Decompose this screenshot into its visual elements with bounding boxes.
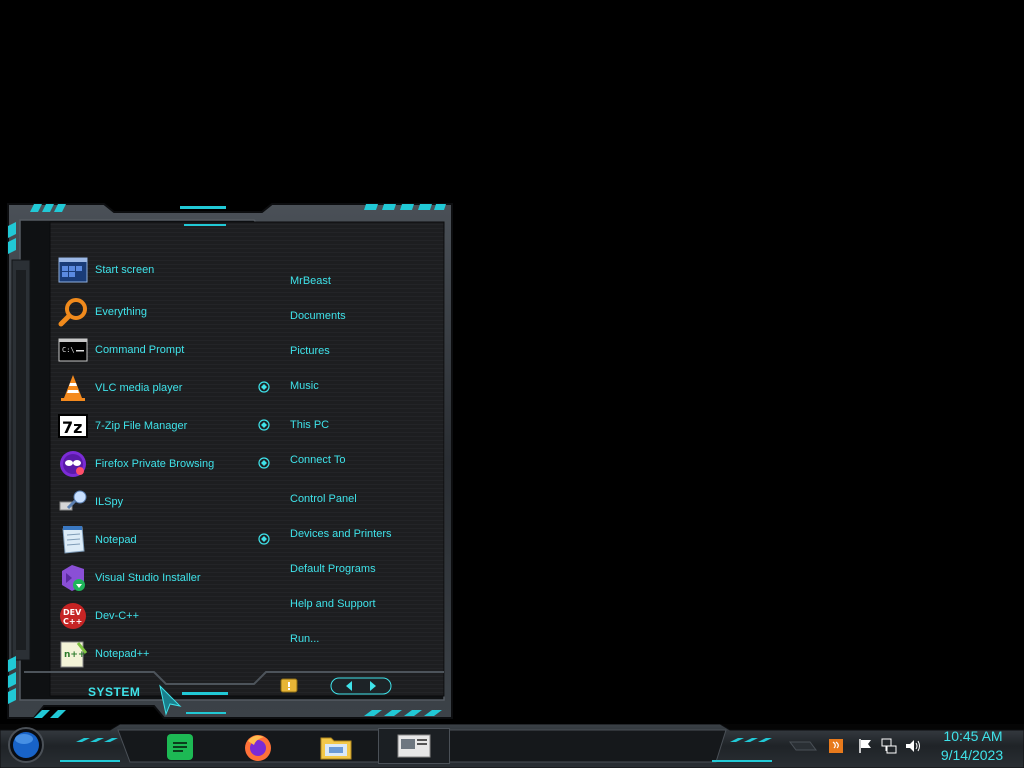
menu-item-label: Notepad++ xyxy=(95,648,150,660)
menu-item-start-screen[interactable]: Start screen xyxy=(58,254,258,286)
system-arrow-icon[interactable] xyxy=(156,684,184,716)
taskbar-sticky-notes[interactable] xyxy=(160,730,200,764)
ilspy-icon xyxy=(58,487,88,517)
place-connect-to[interactable]: Connect To xyxy=(290,453,345,467)
place-devices-printers[interactable]: Devices and Printers xyxy=(290,527,392,541)
menu-item-notepad[interactable]: Notepad xyxy=(58,524,258,556)
menu-item-vlc[interactable]: VLC media player xyxy=(58,372,258,404)
menu-item-7zip[interactable]: 7z 7-Zip File Manager xyxy=(58,410,258,442)
command-prompt-icon: C:\ xyxy=(58,335,88,365)
svg-text:DEV: DEV xyxy=(63,608,82,617)
svg-text:n++: n++ xyxy=(64,650,86,660)
place-help-support[interactable]: Help and Support xyxy=(290,597,376,611)
clock-time[interactable]: 10:45 AM xyxy=(938,728,1008,744)
svg-text:C++: C++ xyxy=(63,617,82,626)
visual-studio-installer-icon xyxy=(58,563,88,593)
start-screen-icon xyxy=(58,255,88,285)
start-orb-icon xyxy=(8,727,44,763)
start-button[interactable] xyxy=(6,727,46,763)
menu-item-label: Notepad xyxy=(95,534,137,546)
network-icon[interactable] xyxy=(881,738,897,754)
menu-item-label: VLC media player xyxy=(95,382,183,394)
firefox-private-icon xyxy=(58,449,88,479)
svg-text:C:\: C:\ xyxy=(62,346,75,354)
menu-item-label: 7-Zip File Manager xyxy=(95,420,188,432)
clock-date[interactable]: 9/14/2023 xyxy=(934,747,1010,763)
menu-item-command-prompt[interactable]: C:\ Command Prompt xyxy=(58,334,258,366)
jump-list-arrow-icon[interactable] xyxy=(258,381,270,393)
menu-item-vs-installer[interactable]: Visual Studio Installer xyxy=(58,562,258,594)
menu-item-firefox-private[interactable]: Firefox Private Browsing xyxy=(58,448,258,480)
menu-item-label: Everything xyxy=(95,306,147,318)
menu-item-label: Dev-C++ xyxy=(95,610,140,622)
jump-list-arrow-icon[interactable] xyxy=(258,419,270,431)
menu-nav-arrows[interactable] xyxy=(330,676,392,696)
place-default-programs[interactable]: Default Programs xyxy=(290,562,376,576)
menu-item-notepad-plus-plus[interactable]: n++ Notepad++ xyxy=(58,638,258,670)
place-run[interactable]: Run... xyxy=(290,632,319,646)
system-label: SYSTEM xyxy=(88,685,141,699)
place-user-folder[interactable]: MrBeast xyxy=(290,274,331,288)
notepad-plus-plus-icon: n++ xyxy=(58,639,88,669)
menu-item-everything[interactable]: Everything xyxy=(58,296,258,328)
sticky-notes-icon xyxy=(167,734,193,760)
action-center-flag-icon[interactable] xyxy=(857,738,873,754)
taskbar-firefox[interactable] xyxy=(238,730,278,764)
jump-list-arrow-icon[interactable] xyxy=(258,457,270,469)
7zip-icon: 7z xyxy=(58,411,88,441)
taskbar-active-window[interactable] xyxy=(378,728,450,764)
everything-search-icon xyxy=(58,297,88,327)
menu-item-label: Visual Studio Installer xyxy=(95,572,201,584)
menu-item-label: ILSpy xyxy=(95,496,124,508)
firefox-icon xyxy=(245,735,271,761)
taskbar-file-explorer[interactable] xyxy=(316,730,356,764)
place-music[interactable]: Music xyxy=(290,379,319,393)
menu-item-ilspy[interactable]: ILSpy xyxy=(58,486,258,518)
java-update-icon[interactable] xyxy=(828,738,844,754)
file-explorer-icon xyxy=(320,737,352,760)
dev-cpp-icon: DEV C++ xyxy=(58,601,88,631)
menu-item-label: Firefox Private Browsing xyxy=(95,458,215,470)
vlc-cone-icon xyxy=(58,373,88,403)
menu-item-label: Command Prompt xyxy=(95,344,185,356)
notepad-icon xyxy=(58,525,88,555)
menu-item-label: Start screen xyxy=(95,264,155,276)
active-window-icon xyxy=(397,734,431,758)
jump-list-arrow-icon[interactable] xyxy=(258,533,270,545)
notification-icon[interactable] xyxy=(280,678,298,694)
place-pictures[interactable]: Pictures xyxy=(290,344,330,358)
menu-item-dev-cpp[interactable]: DEV C++ Dev-C++ xyxy=(58,600,258,632)
place-documents[interactable]: Documents xyxy=(290,309,346,323)
place-this-pc[interactable]: This PC xyxy=(290,418,329,432)
place-control-panel[interactable]: Control Panel xyxy=(290,492,357,506)
volume-icon[interactable] xyxy=(905,738,921,754)
svg-text:7z: 7z xyxy=(62,418,82,437)
